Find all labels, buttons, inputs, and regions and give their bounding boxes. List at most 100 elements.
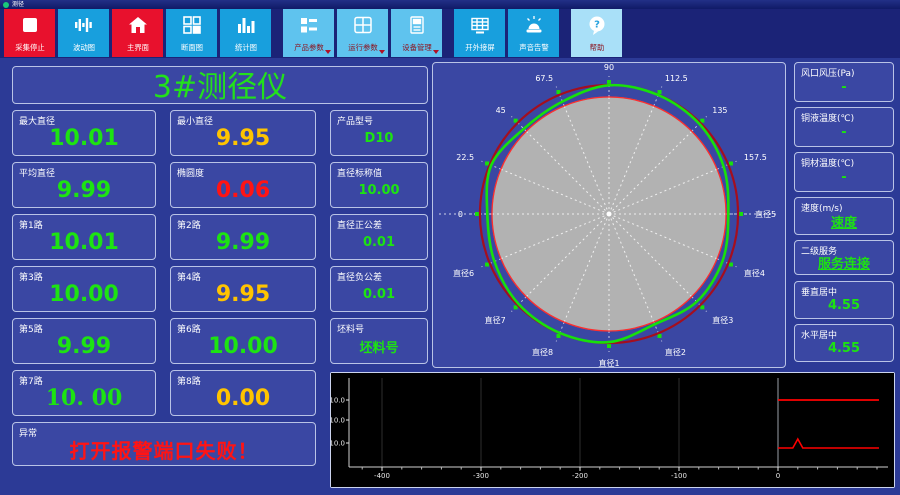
svg-text:22.5: 22.5 [456, 153, 474, 162]
window-titlebar: 测径 [0, 0, 900, 9]
measurement-field: 第5路 9.99 [12, 318, 156, 364]
svg-text:-400: -400 [374, 472, 390, 480]
toolbar-button-8[interactable]: 设备管理 [391, 9, 442, 57]
field-value: 9.95 [215, 125, 271, 151]
field-value: - [841, 169, 847, 185]
trend-chart-panel: -400 -300 -200 -100 0 10.0 10.0 10.0 [329, 372, 895, 488]
measurement-field: 最大直径 10.01 [12, 110, 156, 156]
sound-alarm-icon [523, 14, 545, 36]
field-value: D10 [364, 130, 394, 146]
svg-text:157.5: 157.5 [744, 153, 767, 162]
toolbar-button-10[interactable]: 声音告警 [508, 9, 559, 57]
svg-text:直径8: 直径8 [532, 347, 553, 357]
field-value: - [841, 79, 847, 95]
svg-text:?: ? [594, 20, 600, 31]
measurement-field: 产品型号 D10 [330, 110, 428, 156]
svg-text:10.0: 10.0 [331, 440, 345, 448]
run-params-icon [352, 14, 374, 36]
field-value: 0.01 [362, 234, 396, 250]
measurement-field: 第4路 9.95 [170, 266, 316, 312]
product-params-icon [298, 14, 320, 36]
toolbar: 采集停止 波动图 主界面 断面图 统计图 产品参数 运行参数 设备管理 开外接屏… [0, 9, 900, 58]
field-value: 0.01 [362, 286, 396, 302]
home-icon [127, 14, 149, 36]
measurement-field: 第7路 10. 00 [12, 370, 156, 416]
svg-text:135: 135 [712, 106, 727, 115]
polar-section-chart: 0 22.5 45 67.5 90 112.5 135 157.5 直径5 直径4 直径3 直径2 直径… [439, 63, 779, 368]
field-value: 4.55 [827, 297, 861, 313]
svg-text:直径5: 直径5 [755, 209, 776, 219]
link-速度[interactable]: 速度 [797, 210, 891, 232]
svg-text:直径4: 直径4 [744, 268, 765, 278]
field-value: 9.99 [56, 333, 112, 359]
link-服务连接[interactable]: 服务连接 [797, 253, 891, 272]
svg-text:0: 0 [458, 210, 463, 219]
svg-text:10.0: 10.0 [331, 417, 345, 425]
toolbar-button-2[interactable]: 波动图 [58, 9, 109, 57]
toolbar-button-3[interactable]: 主界面 [112, 9, 163, 57]
svg-text:45: 45 [496, 106, 506, 115]
field-value: 10.00 [49, 281, 119, 307]
dropdown-arrow-icon [379, 50, 385, 54]
toolbar-button-9[interactable]: 开外接屏 [454, 9, 505, 57]
svg-text:直径1: 直径1 [598, 358, 619, 367]
field-value: 4.55 [827, 340, 861, 356]
field-value: 坯料号 [359, 340, 399, 356]
dropdown-arrow-icon [433, 50, 439, 54]
alarm-box: 异常 打开报警端口失败！ [12, 422, 316, 466]
toolbar-button-4[interactable]: 断面图 [166, 9, 217, 57]
field-value: 9.99 [56, 177, 112, 203]
toolbar-button-5[interactable]: 统计图 [220, 9, 271, 57]
svg-text:90: 90 [604, 63, 614, 72]
polar-section-panel: 0 22.5 45 67.5 90 112.5 135 157.5 直径5 直径4 直径3 直径2 直径… [432, 62, 786, 368]
svg-text:0: 0 [776, 472, 780, 480]
device-manage-icon [406, 14, 428, 36]
parameter-field: 垂直居中 4.55 [794, 281, 894, 319]
trend-chart: -400 -300 -200 -100 0 10.0 10.0 10.0 [329, 373, 894, 487]
barchart-icon [235, 14, 257, 36]
measurement-field: 坯料号 坯料号 [330, 318, 428, 364]
parameter-field: 风口风压(Pa) - [794, 62, 894, 102]
field-value: 10.01 [49, 125, 119, 151]
help-icon: ? [586, 14, 608, 36]
svg-text:-100: -100 [671, 472, 687, 480]
measurement-field: 平均直径 9.99 [12, 162, 156, 208]
app-icon [3, 1, 9, 8]
gauge-title-box: 3#测径仪 [12, 66, 428, 105]
measurement-field: 直径负公差 0.01 [330, 266, 428, 312]
field-value: 9.95 [215, 281, 271, 307]
toolbar-button-6[interactable]: 产品参数 [283, 9, 334, 57]
measurement-field: 最小直径 9.95 [170, 110, 316, 156]
toolbar-button-11[interactable]: ? 帮助 [571, 9, 622, 57]
field-value: 9.99 [215, 229, 271, 255]
measurement-field: 椭圆度 0.06 [170, 162, 316, 208]
parameter-field: 二级服务 服务连接 [794, 240, 894, 275]
svg-text:-200: -200 [572, 472, 588, 480]
svg-text:-300: -300 [473, 472, 489, 480]
svg-text:112.5: 112.5 [665, 74, 688, 83]
measurement-field: 直径正公差 0.01 [330, 214, 428, 260]
section-view-icon [181, 14, 203, 36]
toolbar-button-1[interactable]: 采集停止 [4, 9, 55, 57]
parameter-field: 铜材温度(℃) - [794, 152, 894, 192]
waveform-icon [73, 14, 95, 36]
measurement-field: 第8路 0.00 [170, 370, 316, 416]
parameter-field: 铜液温度(℃) - [794, 107, 894, 147]
measurement-field: 第6路 10.00 [170, 318, 316, 364]
window-title: 测径 [12, 0, 25, 8]
parameter-field: 水平居中 4.55 [794, 324, 894, 362]
measurement-field: 第1路 10.01 [12, 214, 156, 260]
measurement-field: 第3路 10.00 [12, 266, 156, 312]
alarm-message: 打开报警端口失败！ [69, 438, 259, 463]
svg-text:10.0: 10.0 [331, 397, 345, 405]
app-window: 测径 采集停止 波动图 主界面 断面图 统计图 产品参数 运行参数 设备管理 开… [0, 0, 900, 495]
field-value: 0.06 [215, 177, 271, 203]
parameter-field: 速度(m/s) 速度 [794, 197, 894, 235]
svg-text:直径6: 直径6 [453, 268, 474, 278]
dropdown-arrow-icon [325, 50, 331, 54]
stop-icon [19, 14, 41, 36]
svg-text:67.5: 67.5 [535, 74, 553, 83]
toolbar-button-7[interactable]: 运行参数 [337, 9, 388, 57]
measurement-field: 直径标称值 10.00 [330, 162, 428, 208]
field-value: 10.00 [208, 333, 278, 359]
